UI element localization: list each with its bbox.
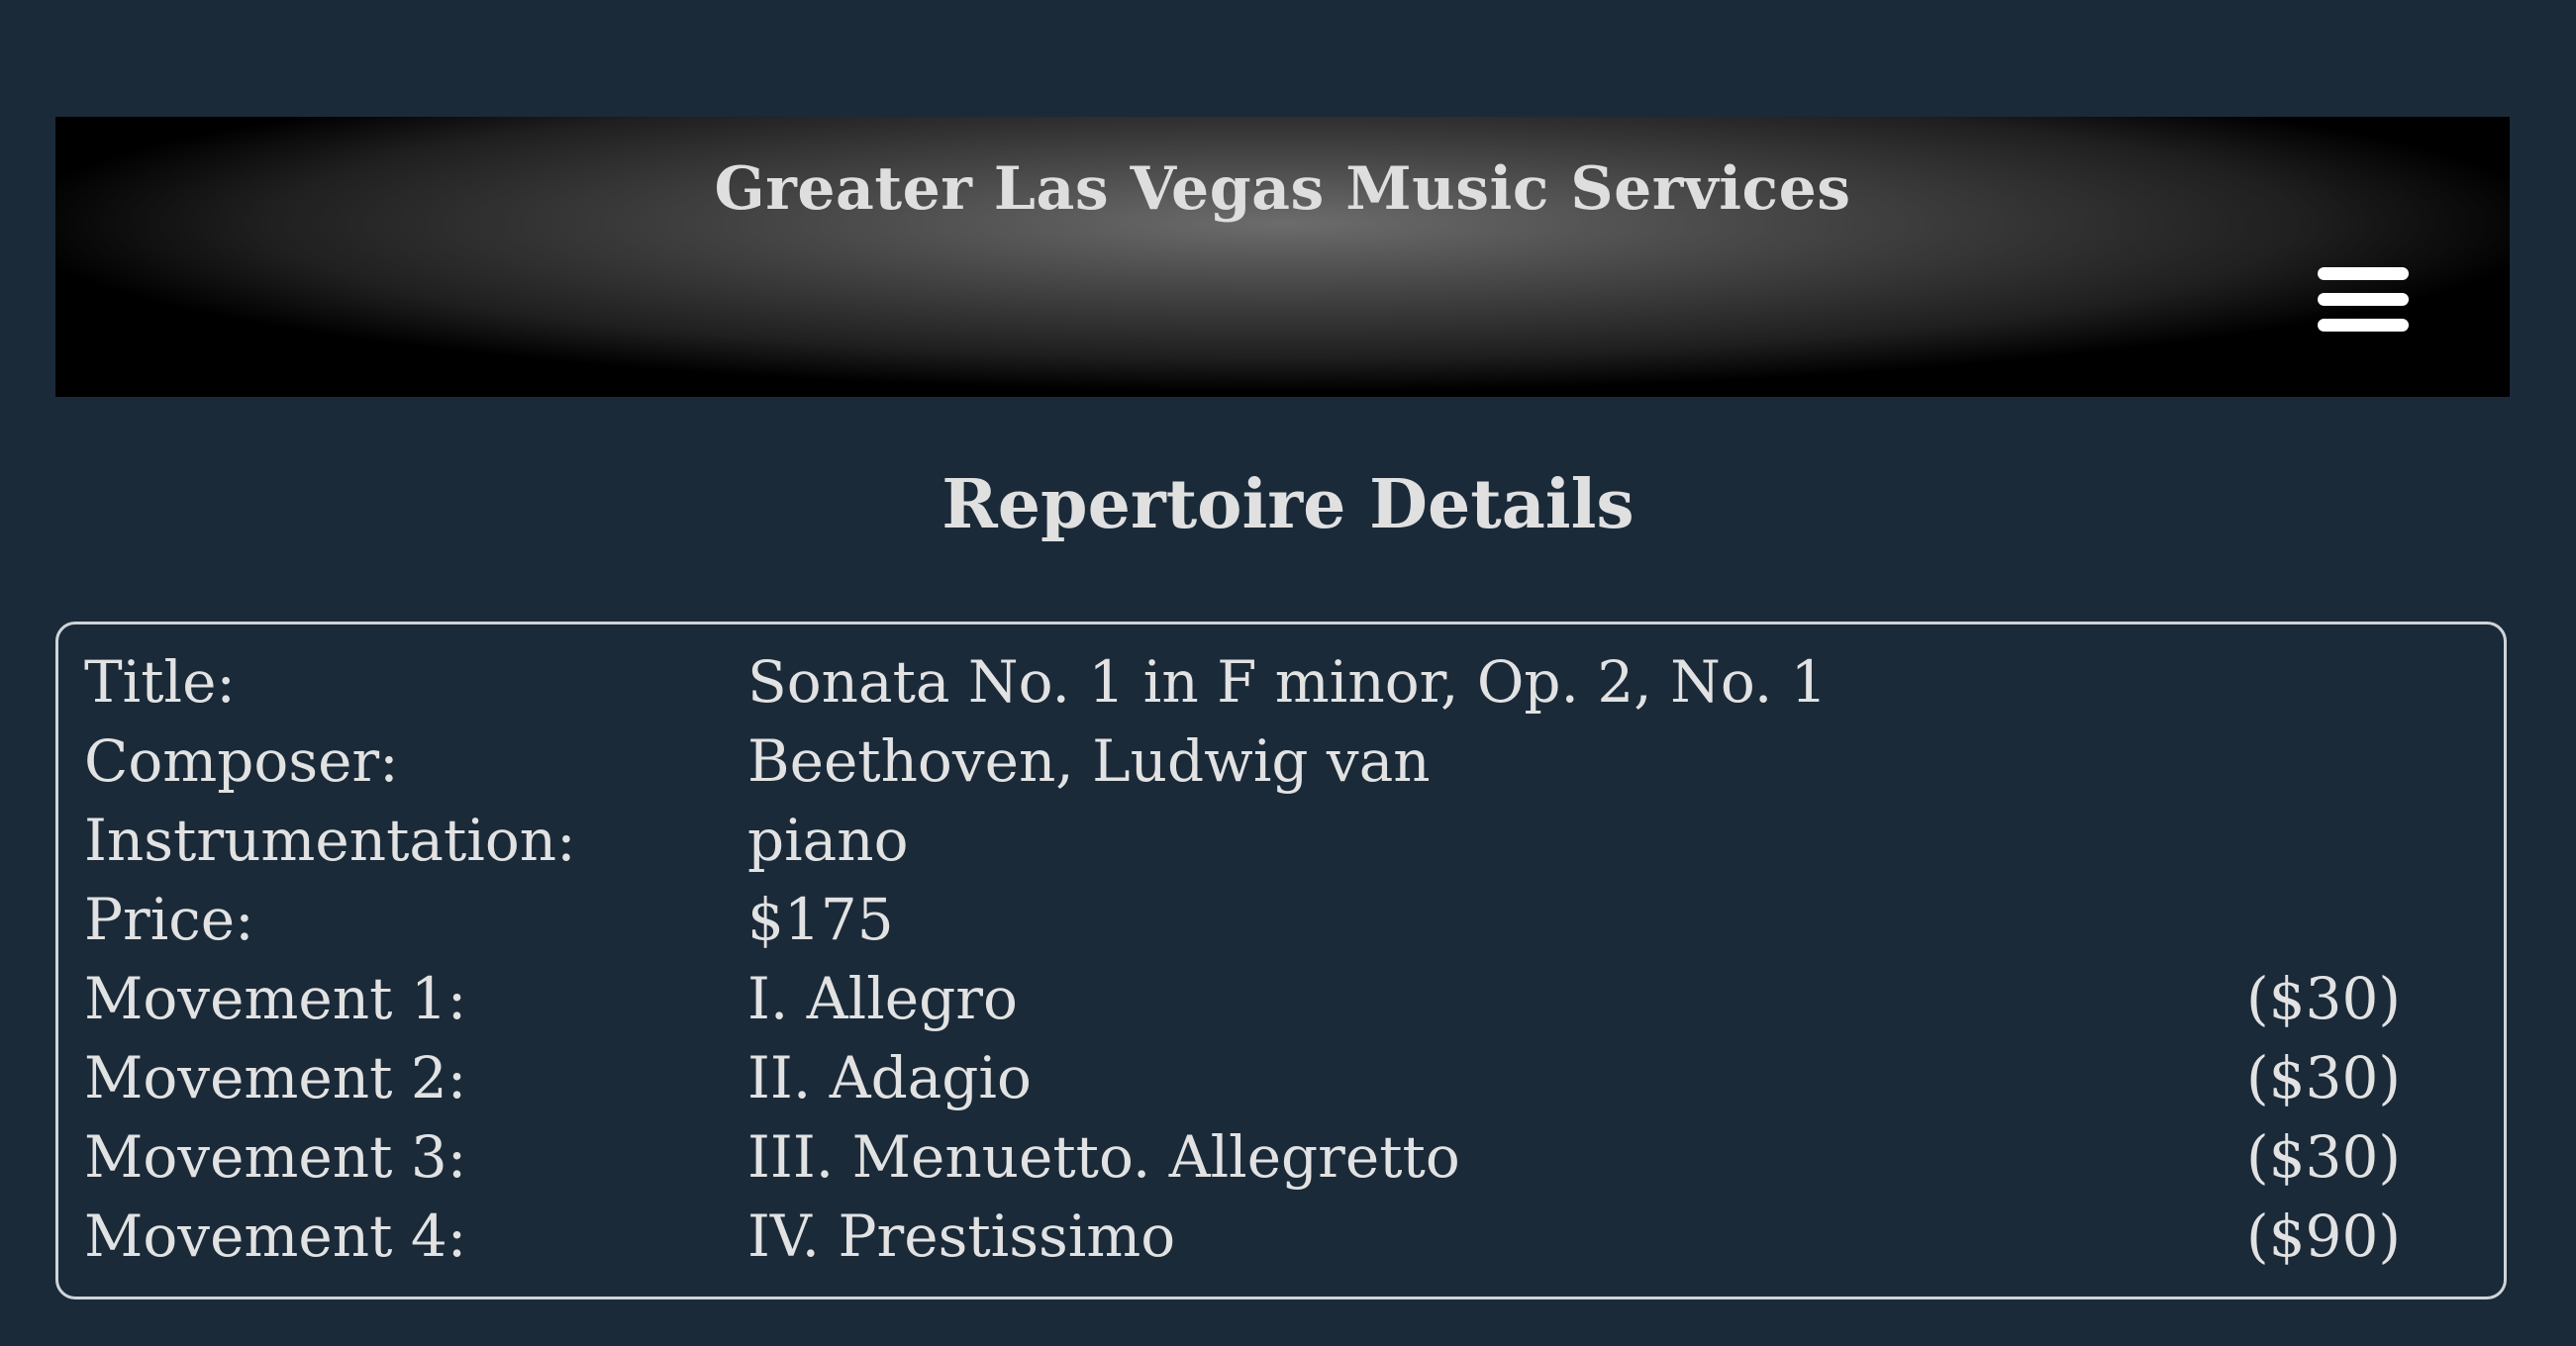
repertoire-details-panel: Title: Sonata No. 1 in F minor, Op. 2, N…	[55, 622, 2507, 1299]
movement-price: ($30)	[2246, 965, 2401, 1032]
site-title: Greater Las Vegas Music Services	[714, 154, 1851, 224]
composer-label: Composer:	[84, 727, 399, 795]
movement-price: ($30)	[2246, 1123, 2401, 1191]
title-label: Title:	[84, 648, 236, 716]
menu-icon-bar	[2318, 267, 2409, 280]
movement-label: Movement 4:	[84, 1202, 467, 1270]
price-value: $175	[747, 886, 894, 953]
movement-price: ($90)	[2246, 1202, 2401, 1270]
movement-name: IV. Prestissimo	[747, 1202, 1176, 1270]
detail-row-price: Price: $175	[58, 880, 2504, 959]
menu-icon-bar	[2318, 319, 2409, 332]
movement-row: Movement 2: II. Adagio ($30)	[58, 1038, 2504, 1117]
movement-row: Movement 3: III. Menuetto. Allegretto ($…	[58, 1117, 2504, 1197]
detail-row-title: Title: Sonata No. 1 in F minor, Op. 2, N…	[58, 642, 2504, 721]
movement-row: Movement 1: I. Allegro ($30)	[58, 959, 2504, 1038]
movement-row: Movement 4: IV. Prestissimo ($90)	[58, 1197, 2504, 1276]
movement-price: ($30)	[2246, 1044, 2401, 1111]
instrumentation-value: piano	[747, 807, 909, 874]
title-value: Sonata No. 1 in F minor, Op. 2, No. 1	[747, 648, 1828, 716]
hamburger-menu-icon[interactable]	[2318, 267, 2409, 338]
detail-row-instrumentation: Instrumentation: piano	[58, 801, 2504, 880]
movement-name: III. Menuetto. Allegretto	[747, 1123, 1460, 1191]
detail-row-composer: Composer: Beethoven, Ludwig van	[58, 721, 2504, 801]
movement-label: Movement 2:	[84, 1044, 467, 1111]
page-title: Repertoire Details	[941, 465, 1635, 544]
composer-value: Beethoven, Ludwig van	[747, 727, 1431, 795]
price-label: Price:	[84, 886, 254, 953]
menu-icon-bar	[2318, 293, 2409, 306]
instrumentation-label: Instrumentation:	[84, 807, 576, 874]
movement-label: Movement 3:	[84, 1123, 467, 1191]
movement-name: I. Allegro	[747, 965, 1018, 1032]
movement-name: II. Adagio	[747, 1044, 1032, 1111]
movement-label: Movement 1:	[84, 965, 467, 1032]
site-header: Greater Las Vegas Music Services	[55, 117, 2510, 397]
